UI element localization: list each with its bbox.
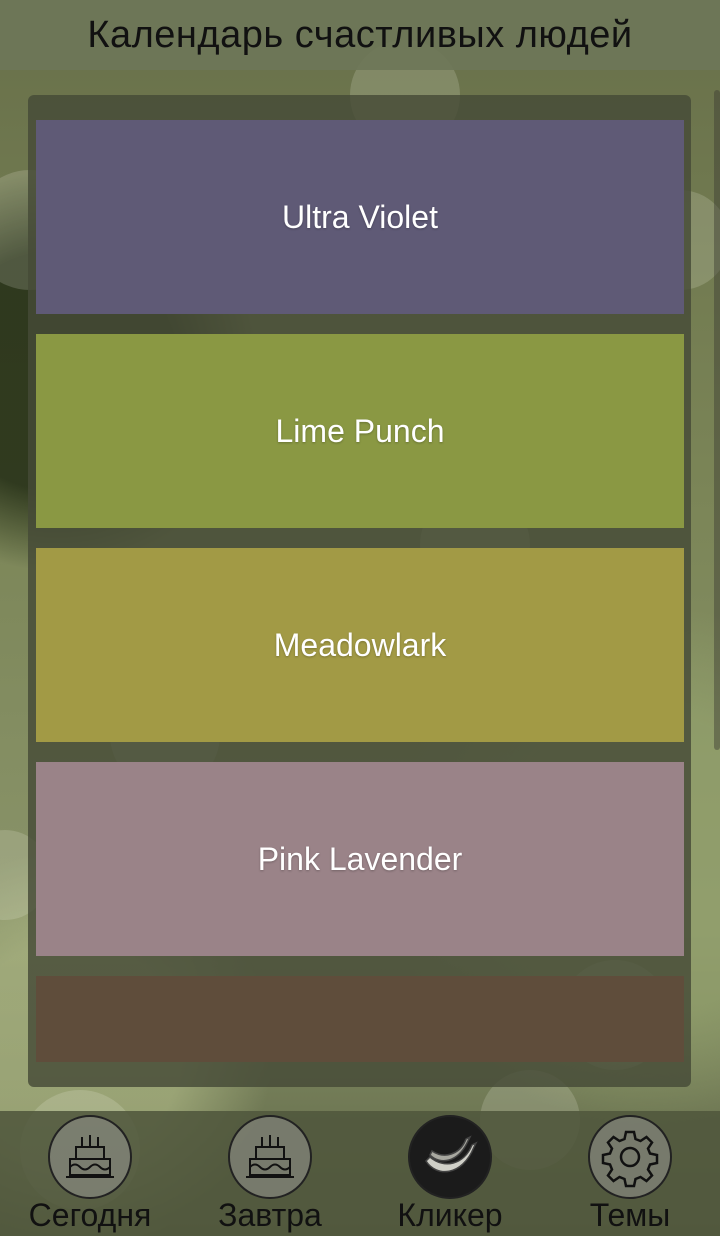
theme-card-lime-punch[interactable]: Lime Punch — [36, 334, 684, 528]
app-header: Календарь счастливых людей — [0, 0, 720, 70]
bottom-navigation: Сегодня Завтра Кликер Темы — [0, 1111, 720, 1236]
nav-clicker[interactable]: Кликер — [360, 1111, 540, 1236]
banana-icon — [408, 1115, 492, 1199]
theme-label: Pink Lavender — [257, 840, 463, 877]
nav-tomorrow-label: Завтра — [218, 1197, 322, 1233]
birthday-cake-icon — [48, 1115, 132, 1199]
nav-today-label: Сегодня — [28, 1197, 152, 1233]
scrollbar[interactable] — [714, 90, 720, 750]
gear-icon — [588, 1115, 672, 1199]
theme-card-partial[interactable] — [36, 976, 684, 1062]
theme-card-pink-lavender[interactable]: Pink Lavender — [36, 762, 684, 956]
theme-label: Ultra Violet — [282, 198, 438, 235]
nav-tomorrow[interactable]: Завтра — [180, 1111, 360, 1236]
themes-list[interactable]: Ultra Violet Lime Punch Meadowlark Pink … — [28, 95, 691, 1087]
nav-themes[interactable]: Темы — [540, 1111, 720, 1236]
nav-today[interactable]: Сегодня — [0, 1111, 180, 1236]
theme-card-ultra-violet[interactable]: Ultra Violet — [36, 120, 684, 314]
birthday-cake-icon — [228, 1115, 312, 1199]
nav-themes-label: Темы — [589, 1197, 671, 1233]
app-title: Календарь счастливых людей — [87, 13, 633, 56]
theme-label: Lime Punch — [275, 412, 445, 449]
theme-label: Meadowlark — [273, 626, 447, 663]
theme-card-meadowlark[interactable]: Meadowlark — [36, 548, 684, 742]
nav-clicker-label: Кликер — [397, 1197, 503, 1233]
